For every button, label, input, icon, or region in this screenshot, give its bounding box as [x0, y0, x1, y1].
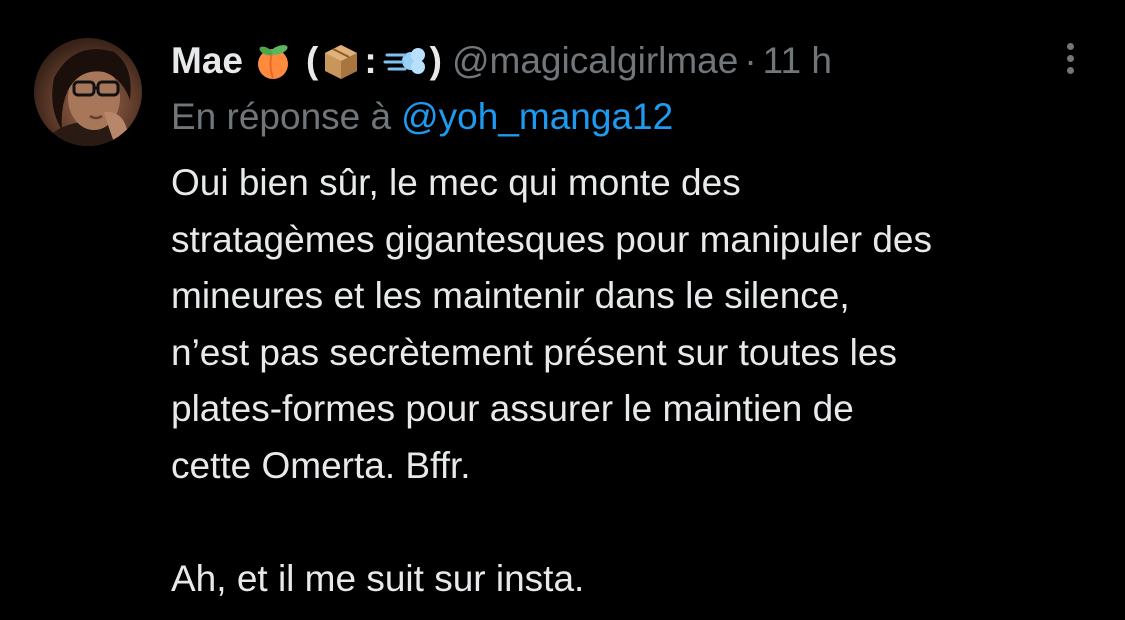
- reply-mention-link[interactable]: @yoh_manga12: [401, 96, 673, 137]
- tweet-text-line: stratagèmes gigantesques pour manipuler …: [171, 218, 933, 260]
- top-edge: [0, 0, 1125, 6]
- package-emoji: [321, 41, 361, 81]
- more-vertical-icon: [1066, 42, 1074, 50]
- user-handle[interactable]: @magicalgirlmae: [452, 36, 738, 86]
- peach-emoji: [253, 41, 293, 81]
- name-paren-open: (: [305, 40, 319, 81]
- name-paren-close: ): [429, 40, 442, 81]
- reply-context: En réponse à @yoh_manga12: [171, 92, 673, 142]
- tweet-text: Oui bien sûr, le mec qui monte des strat…: [171, 155, 1111, 608]
- avatar[interactable]: [34, 38, 142, 146]
- tweet-text-line: n’est pas secrètement présent sur toutes…: [171, 331, 897, 373]
- tweet-text-line: Oui bien sûr, le mec qui monte des: [171, 162, 741, 203]
- tweet-text-line: cette Omerta. Bffr.: [171, 444, 471, 486]
- tweet-text-line: plates-formes pour assurer le maintien d…: [171, 388, 854, 430]
- more-vertical-icon-dot: [1066, 66, 1074, 74]
- avatar-photo: [44, 49, 132, 146]
- timestamp[interactable]: 11 h: [763, 36, 832, 86]
- name-colon: :: [364, 40, 377, 81]
- tweet-text-line: mineures et les maintenir dans le silenc…: [171, 275, 850, 317]
- reply-prefix: En réponse à: [171, 96, 392, 137]
- display-name[interactable]: Mae: [171, 36, 243, 86]
- more-vertical-icon-dot: [1066, 54, 1074, 62]
- tweet-text-second-paragraph: Ah, et il me suit sur insta.: [171, 558, 585, 600]
- more-options-button[interactable]: [1052, 36, 1088, 80]
- tweet-header: Mae ( : ) @magicalgirlmae · 11 h: [171, 36, 975, 86]
- separator-dot: ·: [744, 40, 757, 81]
- dash-emoji: [383, 41, 427, 81]
